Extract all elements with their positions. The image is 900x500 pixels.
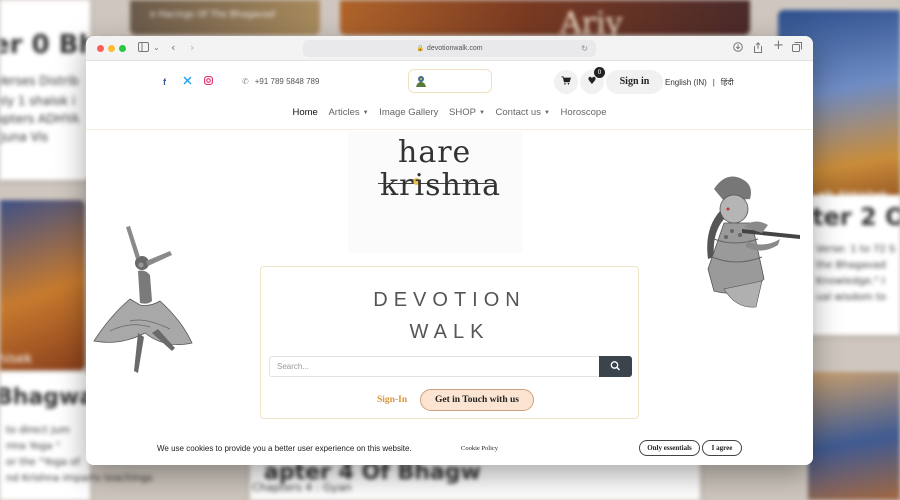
bg-text: rjuna Vis [0,130,49,144]
reload-icon[interactable]: ↻ [581,40,588,57]
krishna-illustration [707,176,800,308]
bg-text: Verses Distrib [0,74,79,88]
download-icon[interactable] [733,42,743,55]
heart-icon: ♥ [587,76,597,87]
phone-number[interactable]: ✆ +91 789 5848 789 [242,77,319,86]
url-text: devotionwalk.com [426,45,483,52]
nav-item-contact[interactable]: Contact us ▼ [496,107,550,118]
sidebar-toggle-icon[interactable] [138,42,149,55]
caret-down-icon: ▼ [543,110,550,116]
browser-window: ⌄ ‹ › 🔒 devotionwalk.com ↻ + f ✆ +91 789… [86,36,813,465]
language-separator: | [712,78,715,87]
logo-line-hare: hare [398,135,472,170]
web-page: f ✆ +91 789 5848 789 ♥ 0 Sign in English… [86,61,813,465]
language-switcher: English (IN) | हिंदी [665,77,734,88]
hare-krishna-logo: hare krishna [348,131,523,253]
caret-down-icon: ▼ [478,110,485,116]
logo-line-krishna: krishna [380,168,502,203]
cart-icon [561,76,572,85]
signin-button[interactable]: Sign in [606,70,663,94]
bg-text: rma Yoga " [6,441,61,452]
address-bar[interactable]: 🔒 devotionwalk.com ↻ [303,40,596,57]
bg-card [0,0,90,180]
back-icon[interactable]: ‹ [171,42,175,54]
language-hindi-option[interactable]: हिंदी [721,78,734,87]
lock-icon: 🔒 [416,46,424,52]
share-icon[interactable] [753,42,763,56]
wishlist-count-badge: 0 [594,67,605,78]
language-english-option[interactable]: English (IN) [665,78,707,87]
dancer-illustration [93,226,193,373]
bg-text: or the "Yoga of [6,457,80,468]
forward-icon[interactable]: › [190,42,194,54]
phone-icon: ✆ [242,77,249,86]
phone-text: +91 789 5848 789 [254,77,320,86]
cookie-policy-link[interactable]: Cookie Policy [461,445,498,452]
main-nav: Home Articles ▼ Image Gallery SHOP ▼ Conta… [86,107,813,127]
chevron-down-icon[interactable]: ⌄ [153,42,160,54]
site-logo[interactable] [408,69,492,93]
nav-item-articles[interactable]: Articles ▼ [328,107,368,118]
nav-item-horoscope[interactable]: Horoscope [561,107,607,118]
bg-text: e Hacings Of The Bhagavad [150,10,275,20]
bg-text: to direct jum [6,425,70,436]
cookie-banner: We use cookies to provide you a better u… [86,436,813,465]
hero-panel: DEVOTION WALK Search... Sign-In Get in T… [260,266,639,419]
bg-art [340,0,750,35]
bg-text: ual wisdom to [816,292,887,303]
nav-item-image-gallery[interactable]: Image Gallery [379,107,438,118]
bg-text: Verse: 1 to 72 S [816,244,896,255]
logo-mark-icon [416,76,426,87]
maximize-window-button[interactable] [119,45,126,52]
bg-art [0,200,85,370]
minimize-window-button[interactable] [108,45,115,52]
only-essentials-button[interactable]: Only essentials [639,440,700,456]
signin-link[interactable]: Sign-In [377,395,407,405]
site-title-line-2: WALK [409,321,490,343]
nav-item-shop[interactable]: SHOP ▼ [449,107,485,118]
search-icon [610,361,620,371]
cart-button[interactable] [554,70,578,94]
nav-item-label: Articles [328,107,360,118]
get-in-touch-button[interactable]: Get in Touch with us [420,389,534,411]
top-bar: f ✆ +91 789 5848 789 ♥ 0 Sign in English… [86,61,813,103]
caret-down-icon: ▼ [362,110,369,116]
agree-button[interactable]: I agree [702,440,742,456]
search-button[interactable] [599,356,632,377]
bg-text: hisek [0,352,33,367]
instagram-icon[interactable] [204,76,213,89]
bg-text: apters ADHYA [0,112,80,126]
browser-titlebar: ⌄ ‹ › 🔒 devotionwalk.com ↻ + [86,36,813,61]
bg-text: ter 2 Of [812,203,900,231]
new-tab-icon[interactable]: + [773,39,784,52]
bg-text: nly 1 shalok i [0,94,76,108]
nav-item-label: Contact us [495,107,541,118]
facebook-icon[interactable]: f [163,76,166,88]
nav-item-home[interactable]: Home [292,107,317,118]
nav-item-label: SHOP [449,107,476,118]
twitter-icon[interactable] [183,76,192,89]
nav-divider [86,129,813,130]
bg-text: nd Krishna imparts teachings [6,473,153,484]
bg-art [808,372,900,500]
bg-text: Knowledge." I [816,276,885,287]
cookie-message: We use cookies to provide you a better u… [157,444,412,453]
site-title-line-1: DEVOTION [373,289,526,311]
bg-text: the Bhagavad [816,260,886,271]
bg-text: Chapters 4 : Gyan [252,481,352,494]
search-input[interactable]: Search... [269,356,600,377]
close-window-button[interactable] [97,45,104,52]
tabs-overview-icon[interactable] [792,42,802,55]
site-title: DEVOTION WALK [261,284,638,348]
bg-text: Bhagwa [0,385,95,410]
